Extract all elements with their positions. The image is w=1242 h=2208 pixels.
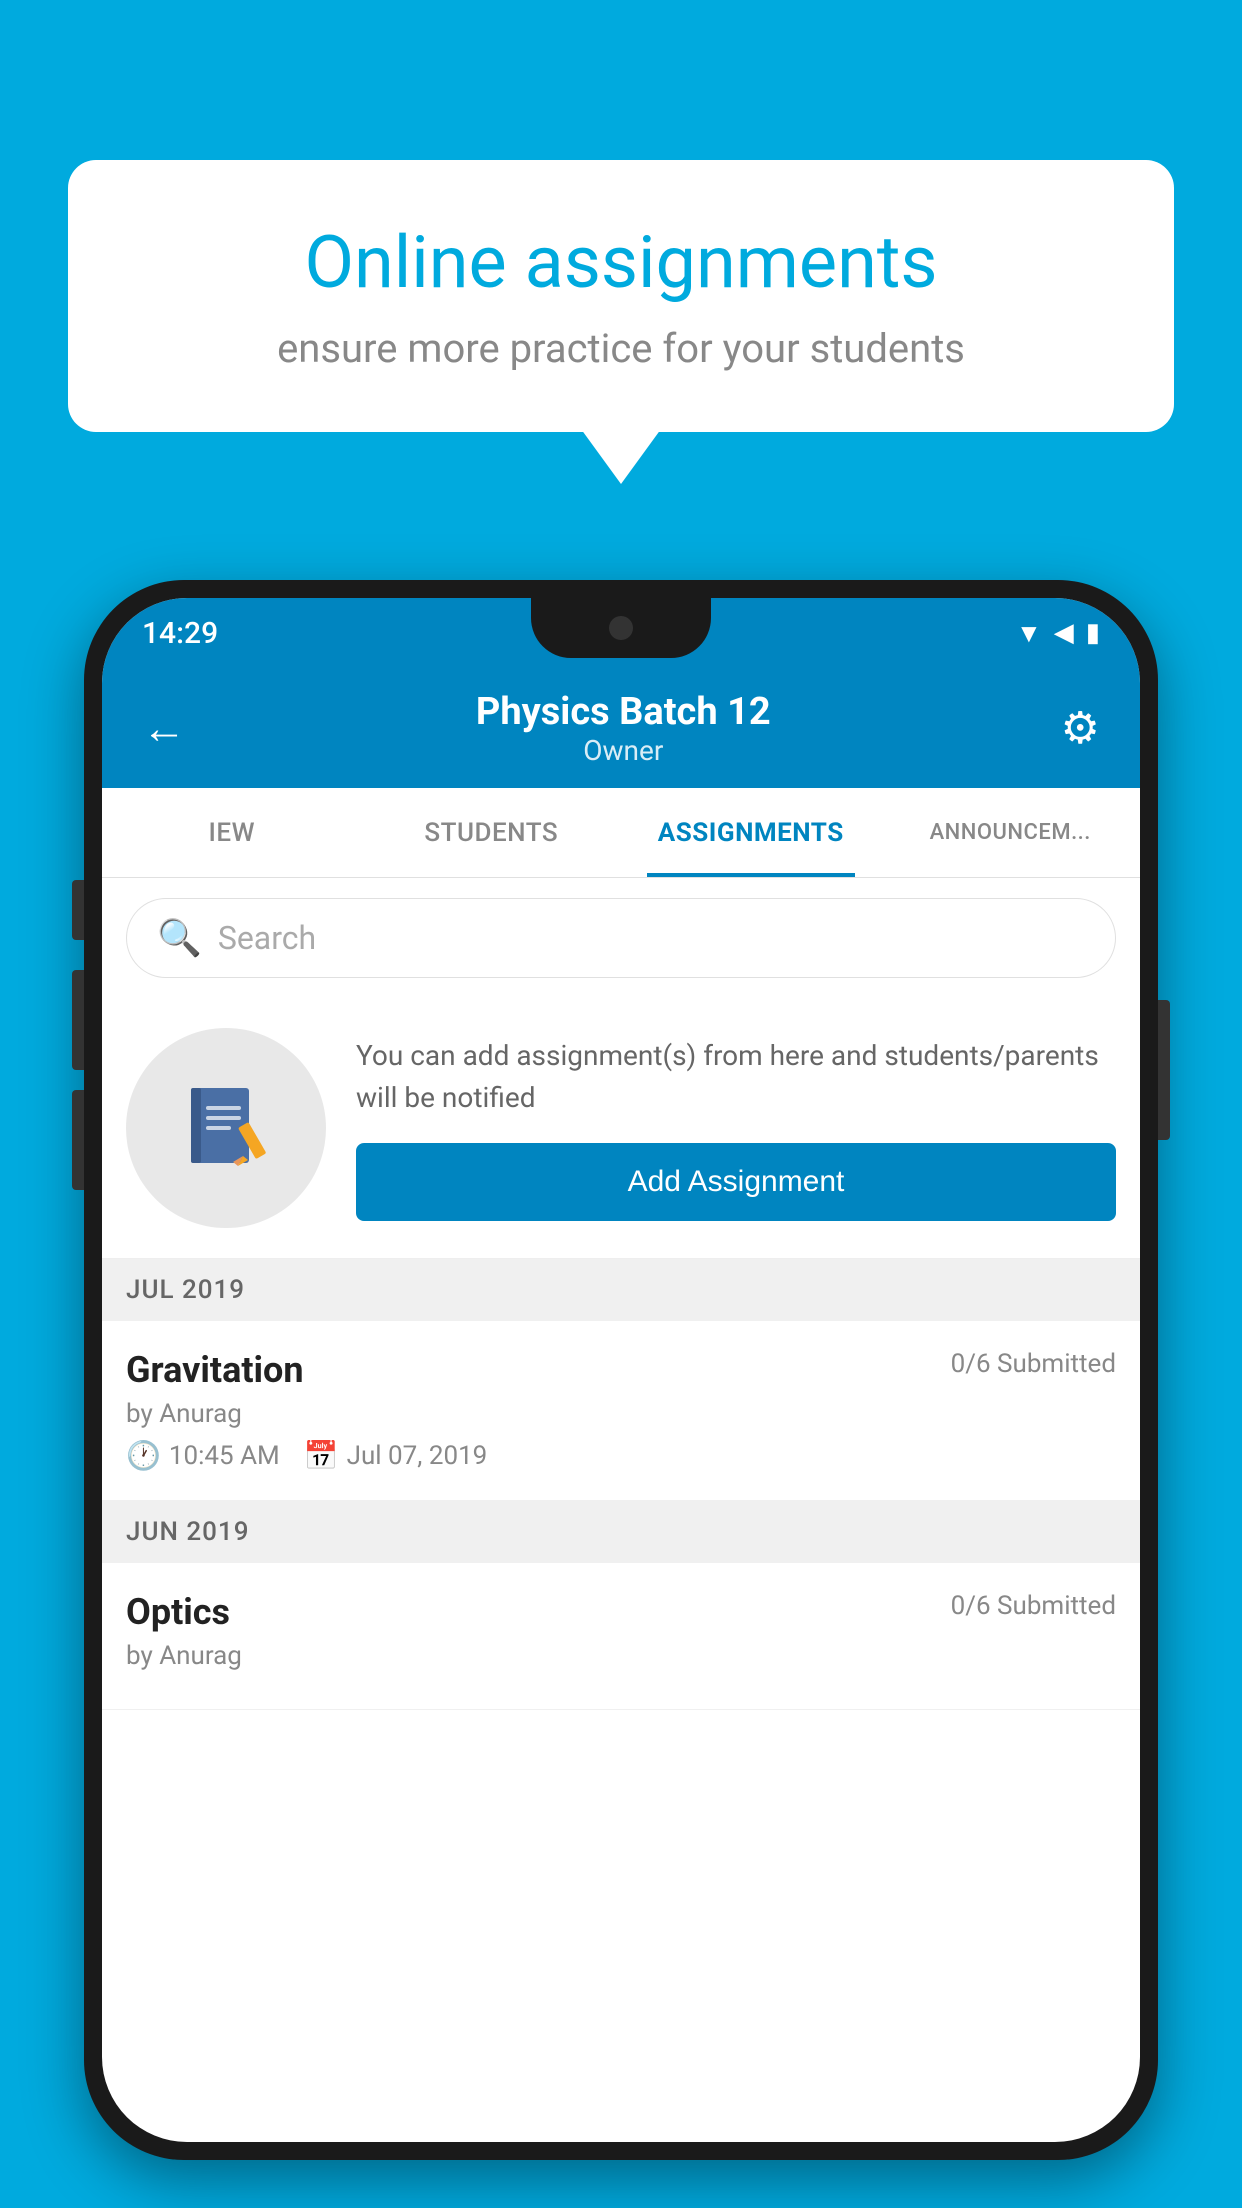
phone-outer: 14:29 ▼ ◀ ▮ ← Physics Batch 12 Owner ⚙ xyxy=(84,580,1158,2160)
assignment-row-top: Gravitation 0/6 Submitted xyxy=(126,1349,1116,1391)
signal-icon: ◀ xyxy=(1054,618,1074,648)
assignment-submitted-gravitation: 0/6 Submitted xyxy=(951,1349,1116,1379)
tab-assignments[interactable]: ASSIGNMENTS xyxy=(621,788,881,877)
status-icons: ▼ ◀ ▮ xyxy=(1016,618,1100,649)
assignment-item-optics[interactable]: Optics 0/6 Submitted by Anurag xyxy=(102,1563,1140,1710)
speech-bubble: Online assignments ensure more practice … xyxy=(68,160,1174,432)
bubble-title: Online assignments xyxy=(148,220,1094,305)
settings-button[interactable]: ⚙ xyxy=(1061,702,1100,754)
assignment-meta-gravitation: 🕐 10:45 AM 📅 Jul 07, 2019 xyxy=(126,1439,1116,1472)
app-bar: ← Physics Batch 12 Owner ⚙ xyxy=(102,668,1140,788)
assignment-name-optics: Optics xyxy=(126,1591,230,1633)
phone-mockup: 14:29 ▼ ◀ ▮ ← Physics Batch 12 Owner ⚙ xyxy=(84,580,1158,2160)
search-bar[interactable]: 🔍 Search xyxy=(126,898,1116,978)
assignment-by-optics: by Anurag xyxy=(126,1641,1116,1671)
add-assignment-section: You can add assignment(s) from here and … xyxy=(102,998,1140,1259)
assignment-submitted-optics: 0/6 Submitted xyxy=(951,1591,1116,1621)
side-button-volume-silent xyxy=(72,880,84,940)
status-bar: 14:29 ▼ ◀ ▮ xyxy=(102,598,1140,668)
batch-role: Owner xyxy=(186,734,1061,767)
side-button-volume-down xyxy=(72,1090,84,1190)
search-placeholder: Search xyxy=(218,919,316,957)
assignment-date: 📅 Jul 07, 2019 xyxy=(304,1439,488,1472)
add-section-right: You can add assignment(s) from here and … xyxy=(356,1035,1116,1221)
clock-icon: 🕐 xyxy=(126,1439,161,1472)
wifi-icon: ▼ xyxy=(1016,618,1042,649)
assignment-item-gravitation[interactable]: Gravitation 0/6 Submitted by Anurag 🕐 10… xyxy=(102,1321,1140,1501)
content-area: 🔍 Search xyxy=(102,878,1140,1710)
tab-students[interactable]: STUDENTS xyxy=(362,788,622,877)
assignment-time-value: 10:45 AM xyxy=(169,1441,280,1471)
tab-bar: IEW STUDENTS ASSIGNMENTS ANNOUNCEM... xyxy=(102,788,1140,878)
batch-name: Physics Batch 12 xyxy=(186,690,1061,734)
assignment-notebook-icon xyxy=(176,1078,276,1178)
section-header-jul: JUL 2019 xyxy=(102,1259,1140,1321)
assignment-name-gravitation: Gravitation xyxy=(126,1349,304,1391)
search-icon: 🔍 xyxy=(157,917,202,959)
back-button[interactable]: ← xyxy=(142,702,186,754)
add-assignment-button[interactable]: Add Assignment xyxy=(356,1143,1116,1221)
search-container: 🔍 Search xyxy=(102,878,1140,998)
side-button-power xyxy=(1158,1000,1170,1140)
assignment-row-top-optics: Optics 0/6 Submitted xyxy=(126,1591,1116,1633)
assignment-time: 🕐 10:45 AM xyxy=(126,1439,280,1472)
battery-icon: ▮ xyxy=(1086,618,1100,648)
notch xyxy=(531,598,711,658)
status-time: 14:29 xyxy=(142,616,218,651)
assignment-icon-circle xyxy=(126,1028,326,1228)
bubble-subtitle: ensure more practice for your students xyxy=(148,325,1094,372)
side-button-volume-up xyxy=(72,970,84,1070)
calendar-icon: 📅 xyxy=(304,1439,339,1472)
add-description: You can add assignment(s) from here and … xyxy=(356,1035,1116,1119)
section-header-jun: JUN 2019 xyxy=(102,1501,1140,1563)
tab-announcements[interactable]: ANNOUNCEM... xyxy=(881,788,1141,877)
tab-iew[interactable]: IEW xyxy=(102,788,362,877)
app-bar-title: Physics Batch 12 Owner xyxy=(186,690,1061,767)
assignment-date-value: Jul 07, 2019 xyxy=(347,1441,488,1471)
phone-screen: 14:29 ▼ ◀ ▮ ← Physics Batch 12 Owner ⚙ xyxy=(102,598,1140,2142)
speech-bubble-container: Online assignments ensure more practice … xyxy=(68,160,1174,432)
assignment-by-gravitation: by Anurag xyxy=(126,1399,1116,1429)
camera-icon xyxy=(609,616,633,640)
